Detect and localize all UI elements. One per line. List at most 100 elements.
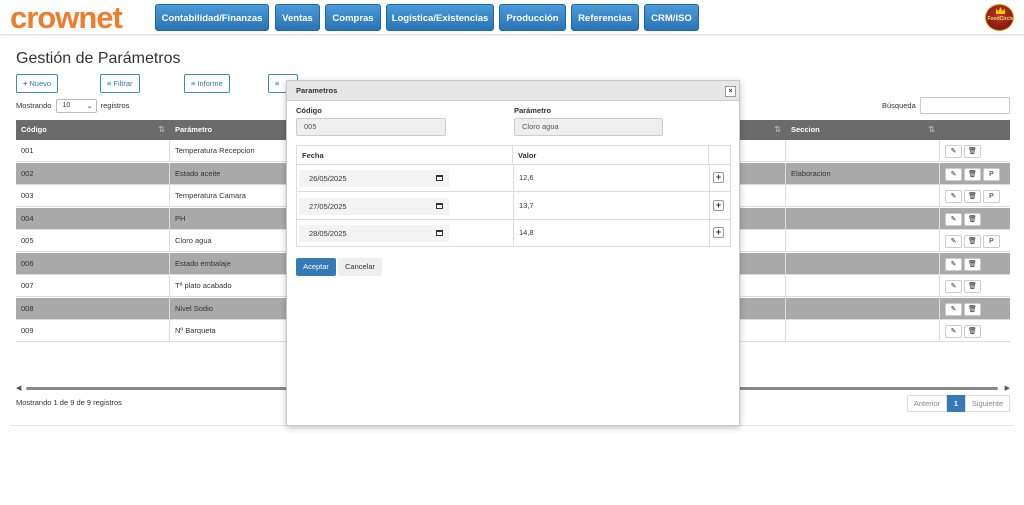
- filter-label: Filtrar: [113, 79, 133, 88]
- nav-produccion[interactable]: Producción: [499, 4, 566, 31]
- trash-icon: 🗑: [968, 260, 977, 268]
- length-select[interactable]: 10 ⌄: [55, 99, 97, 113]
- cell-section: [786, 140, 940, 162]
- add-row-button[interactable]: +: [713, 227, 724, 238]
- pencil-icon: ✎: [950, 305, 957, 313]
- cell-code: 001: [16, 140, 170, 162]
- value-row: 26/05/2025 12,6 +: [296, 165, 731, 192]
- plus-icon: +: [23, 79, 28, 88]
- nav-ventas[interactable]: Ventas: [275, 4, 320, 31]
- cell-code: 006: [16, 252, 170, 275]
- accept-button[interactable]: Aceptar: [296, 258, 336, 276]
- edit-button[interactable]: ✎: [945, 325, 962, 338]
- parameters-button[interactable]: P: [983, 167, 1000, 181]
- delete-button[interactable]: 🗑: [964, 257, 981, 271]
- pencil-icon: ✎: [950, 260, 957, 268]
- edit-button[interactable]: ✎: [945, 167, 962, 181]
- scroll-left-icon[interactable]: ◀: [16, 384, 21, 392]
- cancel-button[interactable]: Cancelar: [338, 258, 382, 276]
- col-header-section-label: Seccion: [791, 125, 820, 134]
- plus-icon: +: [715, 199, 722, 210]
- code-label: Código: [296, 106, 322, 115]
- length-value: 10: [62, 102, 71, 109]
- col-header-param-label: Parámetro: [175, 125, 213, 134]
- delete-button[interactable]: 🗑: [964, 280, 981, 293]
- add-row-button[interactable]: +: [713, 199, 724, 211]
- pencil-icon: ✎: [950, 193, 957, 200]
- cell-code: 002: [16, 162, 170, 185]
- col-header-actions: [940, 120, 1010, 140]
- page-title: Gestión de Parámetros: [16, 50, 181, 67]
- param-label: Parámetro: [514, 106, 552, 115]
- cell-section: Elaboracion: [786, 162, 940, 185]
- pager-next[interactable]: Siguiente: [965, 395, 1010, 412]
- col-header-section[interactable]: Seccion ⇅: [786, 120, 940, 140]
- divider: [709, 165, 710, 192]
- list-icon: ≡: [275, 79, 280, 88]
- col-header-code[interactable]: Código ⇅: [16, 120, 170, 140]
- close-icon[interactable]: ×: [725, 86, 736, 97]
- edit-button[interactable]: ✎: [945, 145, 962, 158]
- delete-button[interactable]: 🗑: [964, 302, 981, 316]
- trash-icon: 🗑: [968, 238, 977, 245]
- add-row-button[interactable]: +: [713, 172, 724, 183]
- foodcircle-logo[interactable]: FoodCircle: [985, 4, 1014, 31]
- value-cell: 13,7: [519, 200, 534, 210]
- date-input[interactable]: 28/05/2025: [299, 225, 449, 242]
- search-label: Búsqueda: [882, 101, 916, 110]
- delete-button[interactable]: 🗑: [964, 212, 981, 226]
- nav-contabilidad-finanzas[interactable]: Contabilidad/Finanzas: [155, 4, 269, 31]
- edit-button[interactable]: ✎: [945, 190, 962, 203]
- edit-button[interactable]: ✎: [945, 212, 962, 226]
- code-field[interactable]: 005: [296, 118, 446, 136]
- date-value: 28/05/2025: [309, 229, 347, 238]
- cell-section: [786, 207, 940, 230]
- delete-button[interactable]: 🗑: [964, 167, 981, 181]
- value-cell: 12,6: [519, 173, 534, 182]
- delete-button[interactable]: 🗑: [964, 235, 981, 248]
- filter-button[interactable]: ≡ Filtrar: [100, 74, 140, 93]
- plus-icon: +: [715, 227, 722, 237]
- calendar-icon[interactable]: [436, 230, 443, 236]
- delete-button[interactable]: 🗑: [964, 190, 981, 203]
- search-input[interactable]: [920, 97, 1010, 114]
- col-header-add: [708, 145, 731, 165]
- report-label: Informe: [197, 79, 223, 88]
- nav-logistica-existencias[interactable]: Logística/Existencias: [386, 4, 494, 31]
- badge-text: FoodCircle: [987, 16, 1014, 22]
- edit-button[interactable]: ✎: [945, 280, 962, 293]
- pencil-icon: ✎: [950, 148, 957, 155]
- sort-icon: ⇅: [928, 125, 935, 134]
- scroll-right-icon[interactable]: ▶: [1005, 384, 1010, 392]
- parameters-button[interactable]: P: [983, 190, 1000, 203]
- new-button[interactable]: + Nuevo: [16, 74, 59, 93]
- edit-button[interactable]: ✎: [945, 235, 962, 248]
- nav-crm-iso[interactable]: CRM/ISO: [644, 4, 699, 31]
- edit-button[interactable]: ✎: [945, 257, 962, 271]
- pencil-icon: ✎: [950, 215, 957, 223]
- date-input[interactable]: 26/05/2025: [299, 170, 449, 187]
- nav-compras[interactable]: Compras: [325, 4, 381, 31]
- length-suffix: registros: [100, 100, 130, 110]
- trash-icon: 🗑: [968, 283, 977, 290]
- date-value: 27/05/2025: [309, 201, 347, 211]
- delete-button[interactable]: 🗑: [964, 325, 981, 338]
- delete-button[interactable]: 🗑: [964, 145, 981, 158]
- nav-referencias[interactable]: Referencias: [571, 4, 639, 31]
- pager-current[interactable]: 1: [947, 395, 965, 412]
- calendar-icon[interactable]: [436, 202, 443, 209]
- calendar-icon[interactable]: [436, 175, 443, 181]
- crownet-logo[interactable]: crownet: [10, 0, 123, 35]
- parameters-button[interactable]: P: [983, 235, 1000, 248]
- list-icon: ≡: [107, 79, 112, 88]
- edit-button[interactable]: ✎: [945, 302, 962, 316]
- pager-previous[interactable]: Anterior: [907, 395, 947, 412]
- param-field[interactable]: Cloro agua: [514, 118, 663, 136]
- cell-code: 008: [16, 297, 170, 320]
- report-button[interactable]: ≡ Informe: [184, 74, 230, 93]
- date-input[interactable]: 27/05/2025: [299, 197, 449, 215]
- list-icon: ≡: [191, 79, 196, 88]
- chevron-down-icon: ⌄: [86, 103, 93, 110]
- cell-section: [786, 252, 940, 275]
- divider: [709, 192, 710, 220]
